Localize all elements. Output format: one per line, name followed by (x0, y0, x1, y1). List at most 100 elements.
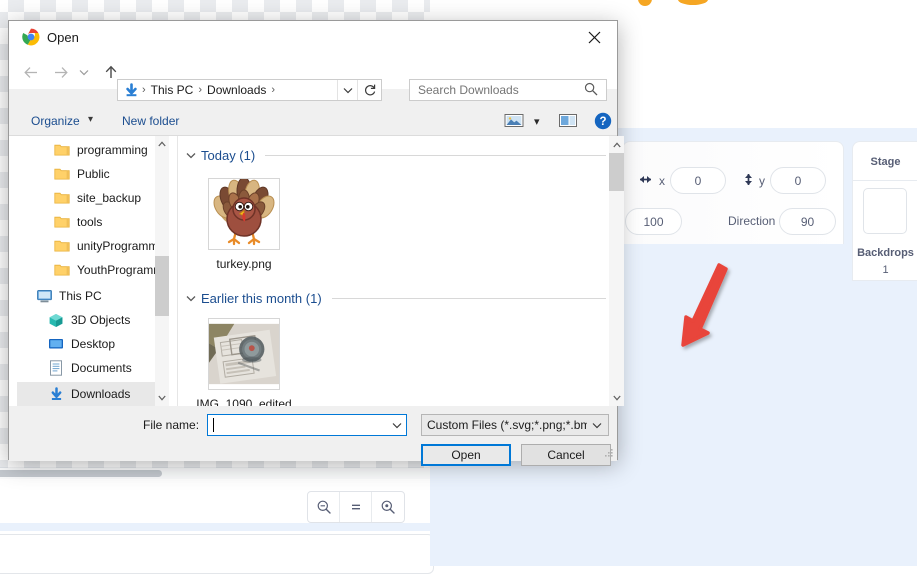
zoom-reset-button[interactable] (340, 492, 372, 522)
tree-item-label: This PC (59, 289, 102, 303)
tree-item-programming[interactable]: programming (17, 138, 167, 162)
new-folder-button[interactable]: New folder (122, 114, 179, 128)
tree-item-documents[interactable]: Documents (17, 356, 167, 380)
forward-arrow-icon[interactable] (49, 61, 73, 83)
file-group-header-earlier[interactable]: Earlier this month (1) (186, 291, 606, 306)
tree-item-this-pc[interactable]: This PC (17, 284, 167, 308)
open-button[interactable]: Open (421, 444, 511, 466)
tree-item-public[interactable]: Public (17, 162, 167, 186)
tree-item-label: YouthProgramm (77, 263, 164, 277)
resize-grip[interactable] (604, 447, 614, 457)
breadcrumb-separator-2: › (198, 84, 203, 96)
tree-item-label: tools (77, 215, 103, 229)
zoom-out-button[interactable] (308, 492, 340, 522)
search-input[interactable] (416, 82, 581, 98)
paint-bottom-panel (0, 534, 434, 574)
address-bar[interactable]: › This PC › Downloads › (117, 79, 382, 101)
stage-selector-panel[interactable]: Stage Backdrops 1 (852, 141, 917, 281)
canvas-zoom-controls (307, 491, 405, 523)
3d-objects-icon (47, 312, 65, 328)
documents-icon (47, 360, 65, 376)
stage-thumbnail[interactable] (863, 188, 907, 234)
turkey-image-thumbnail (208, 178, 280, 250)
file-scroll-up-icon[interactable] (609, 136, 624, 153)
stage-sprite-partial-graphics (430, 0, 917, 16)
open-file-dialog: Open › This PC › Downloads › Search Down… (8, 20, 624, 466)
direction-label: Direction (728, 214, 776, 228)
desktop-icon (47, 336, 65, 352)
chrome-logo-icon (22, 28, 40, 46)
group-rule (265, 155, 606, 156)
breadcrumb-separator: › (142, 84, 146, 96)
tree-item-label: Desktop (71, 337, 116, 351)
group-rule (331, 298, 606, 299)
refresh-icon[interactable] (357, 80, 381, 100)
stage-tab-label: Stage (870, 156, 901, 168)
dialog-title: Open (47, 30, 79, 45)
file-list-pane: Today (1) turkey.png Earlier this month … (177, 136, 606, 411)
this-pc-icon (35, 288, 53, 304)
tree-item-label: unityProgrammi (77, 239, 162, 253)
cancel-button[interactable]: Cancel (521, 444, 611, 466)
x-value-input[interactable]: 0 (670, 167, 726, 194)
file-type-select[interactable]: Custom Files (*.svg;*.png;*.bm (421, 414, 609, 436)
tree-item-label: Public (77, 167, 110, 181)
tree-scroll-down-icon[interactable] (155, 390, 169, 406)
organize-button[interactable]: Organize (31, 114, 80, 128)
arrows-horizontal-icon (637, 174, 654, 188)
tree-item-label: programming (77, 143, 148, 157)
file-group-header-today[interactable]: Today (1) (186, 148, 606, 163)
dialog-titlebar: Open (9, 21, 617, 55)
file-tile-img-1090[interactable]: IMG_1090_edited (196, 318, 292, 411)
view-layout-icon[interactable] (504, 112, 524, 129)
chevron-down-icon[interactable] (592, 418, 602, 432)
tree-scrollbar-thumb[interactable] (155, 256, 169, 316)
breadcrumb-this-pc[interactable]: This PC (149, 83, 196, 97)
folder-icon (53, 262, 71, 278)
zoom-in-button[interactable] (372, 492, 404, 522)
file-name-input[interactable] (207, 414, 407, 436)
chevron-down-icon[interactable] (337, 80, 357, 100)
compass-photo-thumbnail (208, 318, 280, 390)
recent-locations-chevron-icon[interactable] (75, 61, 93, 83)
tree-item-unityprogramming[interactable]: unityProgrammi (17, 234, 167, 258)
file-name-label: File name: (143, 418, 200, 432)
stage-tab-separator (853, 180, 917, 181)
breadcrumb-downloads[interactable]: Downloads (205, 83, 268, 97)
chevron-down-icon[interactable] (388, 415, 406, 435)
tree-item-downloads[interactable]: Downloads (17, 382, 167, 406)
file-type-value: Custom Files (*.svg;*.png;*.bm (427, 418, 587, 432)
organize-caret-icon[interactable]: ▾ (88, 114, 93, 125)
backdrops-count: 1 (882, 264, 889, 276)
x-label: x (659, 173, 665, 188)
folder-icon (53, 190, 71, 206)
tree-item-tools[interactable]: tools (17, 210, 167, 234)
downloads-icon (47, 386, 65, 402)
downloads-arrow-icon (123, 82, 139, 98)
close-icon[interactable] (571, 21, 617, 53)
size-value-input[interactable]: 100 (625, 208, 682, 235)
folder-icon (53, 142, 71, 158)
chevron-down-icon[interactable] (186, 150, 196, 162)
tree-scroll-up-icon[interactable] (155, 136, 169, 152)
dialog-content: programming Public site_backup tools uni… (9, 136, 624, 411)
direction-value-input[interactable]: 90 (779, 208, 836, 235)
file-group-title: Today (1) (201, 148, 256, 163)
view-caret-icon[interactable]: ▾ (534, 115, 540, 128)
back-arrow-icon[interactable] (19, 61, 43, 83)
tree-item-desktop[interactable]: Desktop (17, 332, 167, 356)
file-tile-turkey[interactable]: turkey.png (196, 178, 292, 271)
tree-item-site-backup[interactable]: site_backup (17, 186, 167, 210)
help-icon[interactable]: ? (594, 112, 612, 130)
dialog-toolbar: Organize ▾ New folder ▾ ? (9, 109, 617, 136)
tree-item-3d-objects[interactable]: 3D Objects (17, 308, 167, 332)
chevron-down-icon[interactable] (186, 293, 196, 305)
tree-item-label: Downloads (71, 387, 131, 401)
file-scroll-down-icon[interactable] (609, 389, 624, 406)
file-list-scrollbar-thumb[interactable] (609, 153, 624, 191)
canvas-horizontal-scrollbar-thumb[interactable] (0, 470, 162, 477)
search-box[interactable] (409, 79, 607, 101)
preview-pane-icon[interactable] (558, 112, 578, 129)
y-value-input[interactable]: 0 (770, 167, 826, 194)
tree-item-youthprogramming[interactable]: YouthProgramm (17, 258, 167, 282)
